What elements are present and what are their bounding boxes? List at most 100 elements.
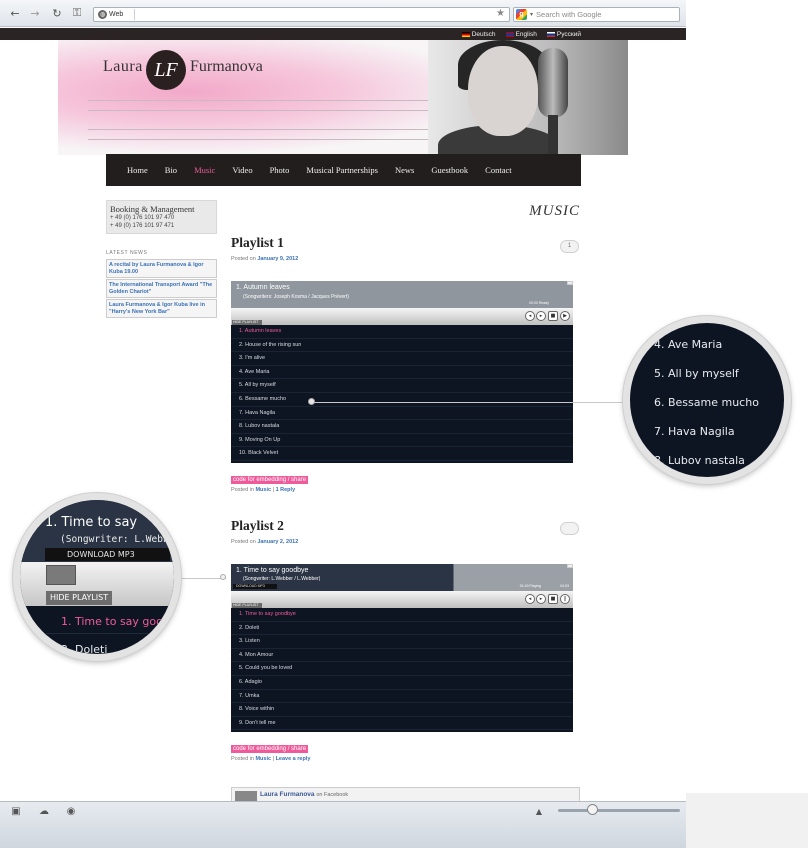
russian-flag-icon: [546, 31, 555, 37]
track-item[interactable]: 3. I'm alive: [231, 352, 573, 366]
chevron-down-icon[interactable]: ▾: [530, 11, 533, 18]
facebook-page-name[interactable]: Laura Furmanova: [260, 791, 315, 798]
play-icon[interactable]: ▸: [536, 311, 546, 321]
nav-bio[interactable]: Bio: [165, 165, 177, 175]
bookmark-star-icon[interactable]: ★: [496, 8, 505, 19]
track-item[interactable]: 3. Listen: [231, 635, 573, 649]
track-item[interactable]: 5. All by myself: [231, 379, 573, 393]
news-item[interactable]: The International Transport Award "The G…: [106, 279, 217, 298]
news-item[interactable]: Laura Furmanova & Igor Kuba live in "Har…: [106, 299, 217, 318]
zoomed-track-item: 6. Bessame mucho: [654, 396, 759, 409]
nav-music[interactable]: Music: [194, 165, 215, 175]
next-icon[interactable]: ▶: [560, 311, 570, 321]
playlist-1-player: 1. Autumn leaves (Songwriters: Joseph Ko…: [231, 281, 573, 463]
phone-number: + 49 (0) 176 101 97 471: [110, 223, 175, 229]
next-icon[interactable]: ▸: [536, 594, 546, 604]
logo-first-name[interactable]: Laura: [103, 58, 143, 76]
forward-arrow-icon[interactable]: →: [28, 6, 42, 20]
google-icon[interactable]: g: [516, 9, 527, 20]
track-item[interactable]: 9. Don't tell me: [231, 717, 573, 731]
speed-dial-icon[interactable]: ◉: [65, 805, 77, 817]
previous-icon[interactable]: ◂: [525, 311, 535, 321]
track-item[interactable]: 6. Adagio: [231, 676, 573, 690]
outer-background-bottom: [686, 793, 808, 848]
previous-icon[interactable]: ◂: [525, 594, 535, 604]
playlist-2-title[interactable]: Playlist 2: [231, 518, 284, 534]
lang-russian[interactable]: Русский: [546, 31, 581, 38]
embed-share-button[interactable]: code for embedding / share: [231, 745, 309, 753]
key-icon[interactable]: ⚿: [70, 6, 84, 20]
microphone-icon: [538, 48, 568, 118]
posted-in: Posted in Music | 1 Reply: [231, 487, 296, 493]
address-bar[interactable]: ◍ Web ★: [93, 7, 510, 22]
track-item[interactable]: 7. Hava Nagila: [231, 407, 573, 421]
site-chip[interactable]: ◍ Web: [95, 9, 135, 20]
popout-icon[interactable]: [567, 564, 573, 568]
logo-last-name[interactable]: Furmanova: [190, 58, 263, 76]
nav-guestbook[interactable]: Guestbook: [431, 165, 468, 175]
pause-icon[interactable]: ‖: [560, 594, 570, 604]
comment-count-bubble[interactable]: 1: [560, 240, 579, 253]
lang-label: Deutsch: [471, 30, 496, 38]
zoom-slider[interactable]: [558, 809, 680, 812]
stop-icon[interactable]: ■: [548, 594, 558, 604]
reply-link[interactable]: 1 Reply: [276, 487, 296, 493]
track-item[interactable]: 8. Lubov nastala: [231, 420, 573, 434]
zoomed-playlist-icon: [46, 565, 76, 585]
post-date-link[interactable]: January 2, 2012: [257, 539, 298, 545]
search-box[interactable]: g ▾ Search with Google: [513, 7, 680, 22]
nav-home[interactable]: Home: [127, 165, 148, 175]
nav-photo[interactable]: Photo: [270, 165, 290, 175]
reload-icon[interactable]: ↻: [50, 6, 64, 20]
track-item[interactable]: 8. Voice within: [231, 703, 573, 717]
zoomed-divider: [46, 633, 174, 634]
track-item[interactable]: 1. Time to say goodbye: [231, 608, 573, 622]
track-item[interactable]: 10. Black Velvet: [231, 447, 573, 461]
posted-prefix: Posted on: [231, 539, 256, 545]
track-item[interactable]: 2. Doleti: [231, 622, 573, 636]
embed-row: code for embedding / share: [231, 476, 309, 484]
cloud-icon[interactable]: ☁: [38, 805, 50, 817]
player-status: 01:43 Playing: [519, 584, 541, 588]
news-item[interactable]: A recital by Laura Furmanova & Igor Kuba…: [106, 259, 217, 278]
track-item[interactable]: 5. Could you be loved: [231, 662, 573, 676]
lang-english[interactable]: English: [505, 31, 537, 38]
reply-link[interactable]: Leave a reply: [276, 756, 311, 762]
download-mp3-button[interactable]: DOWNLOAD MP3: [233, 584, 277, 589]
zoomed-download-button: DOWNLOAD MP3: [45, 548, 170, 561]
zoom-slider-handle[interactable]: [587, 804, 598, 815]
stop-icon[interactable]: ■: [548, 311, 558, 321]
language-bar: Deutsch English Русский: [0, 28, 686, 40]
playlist-1-title[interactable]: Playlist 1: [231, 235, 284, 251]
track-item[interactable]: 9. Moving On Up: [231, 434, 573, 448]
section-heading: MUSIC: [529, 203, 580, 219]
nav-video[interactable]: Video: [232, 165, 252, 175]
comment-bubble-icon[interactable]: [560, 522, 579, 535]
track-item[interactable]: 4. Ave Maria: [231, 366, 573, 380]
magnifier-leader-line: [312, 402, 630, 403]
nav-contact[interactable]: Contact: [485, 165, 511, 175]
singer-portrait: [428, 40, 628, 155]
post-date-link[interactable]: January 9, 2012: [257, 256, 298, 262]
triangle-up-icon[interactable]: ▲: [533, 805, 545, 817]
category-link[interactable]: Music: [255, 756, 271, 762]
nav-musical-partnerships[interactable]: Musical Partnerships: [306, 165, 378, 175]
lang-deutsch[interactable]: Deutsch: [461, 30, 496, 38]
nav-news[interactable]: News: [395, 165, 414, 175]
booking-title: Booking & Management: [110, 204, 195, 214]
track-item[interactable]: 1. Autumn leaves: [231, 325, 573, 339]
popout-icon[interactable]: [567, 281, 573, 285]
track-item[interactable]: 7. Umka: [231, 690, 573, 704]
embed-share-button[interactable]: code for embedding / share: [231, 476, 309, 484]
track-item[interactable]: 6. Bessame mucho: [231, 393, 573, 407]
panel-icon[interactable]: ▣: [10, 805, 22, 817]
category-link[interactable]: Music: [255, 487, 271, 493]
now-playing-title: 1. Autumn leaves: [236, 284, 290, 291]
back-arrow-icon[interactable]: ←: [8, 6, 22, 20]
facebook-name[interactable]: Laura Furmanova on Facebook: [260, 791, 348, 798]
track-item[interactable]: 4. Mon Amour: [231, 649, 573, 663]
logo-monogram[interactable]: LF: [146, 50, 186, 90]
german-flag-icon: [461, 31, 470, 37]
track-item[interactable]: 2. House of the rising sun: [231, 339, 573, 353]
facebook-suffix: on Facebook: [316, 792, 349, 798]
